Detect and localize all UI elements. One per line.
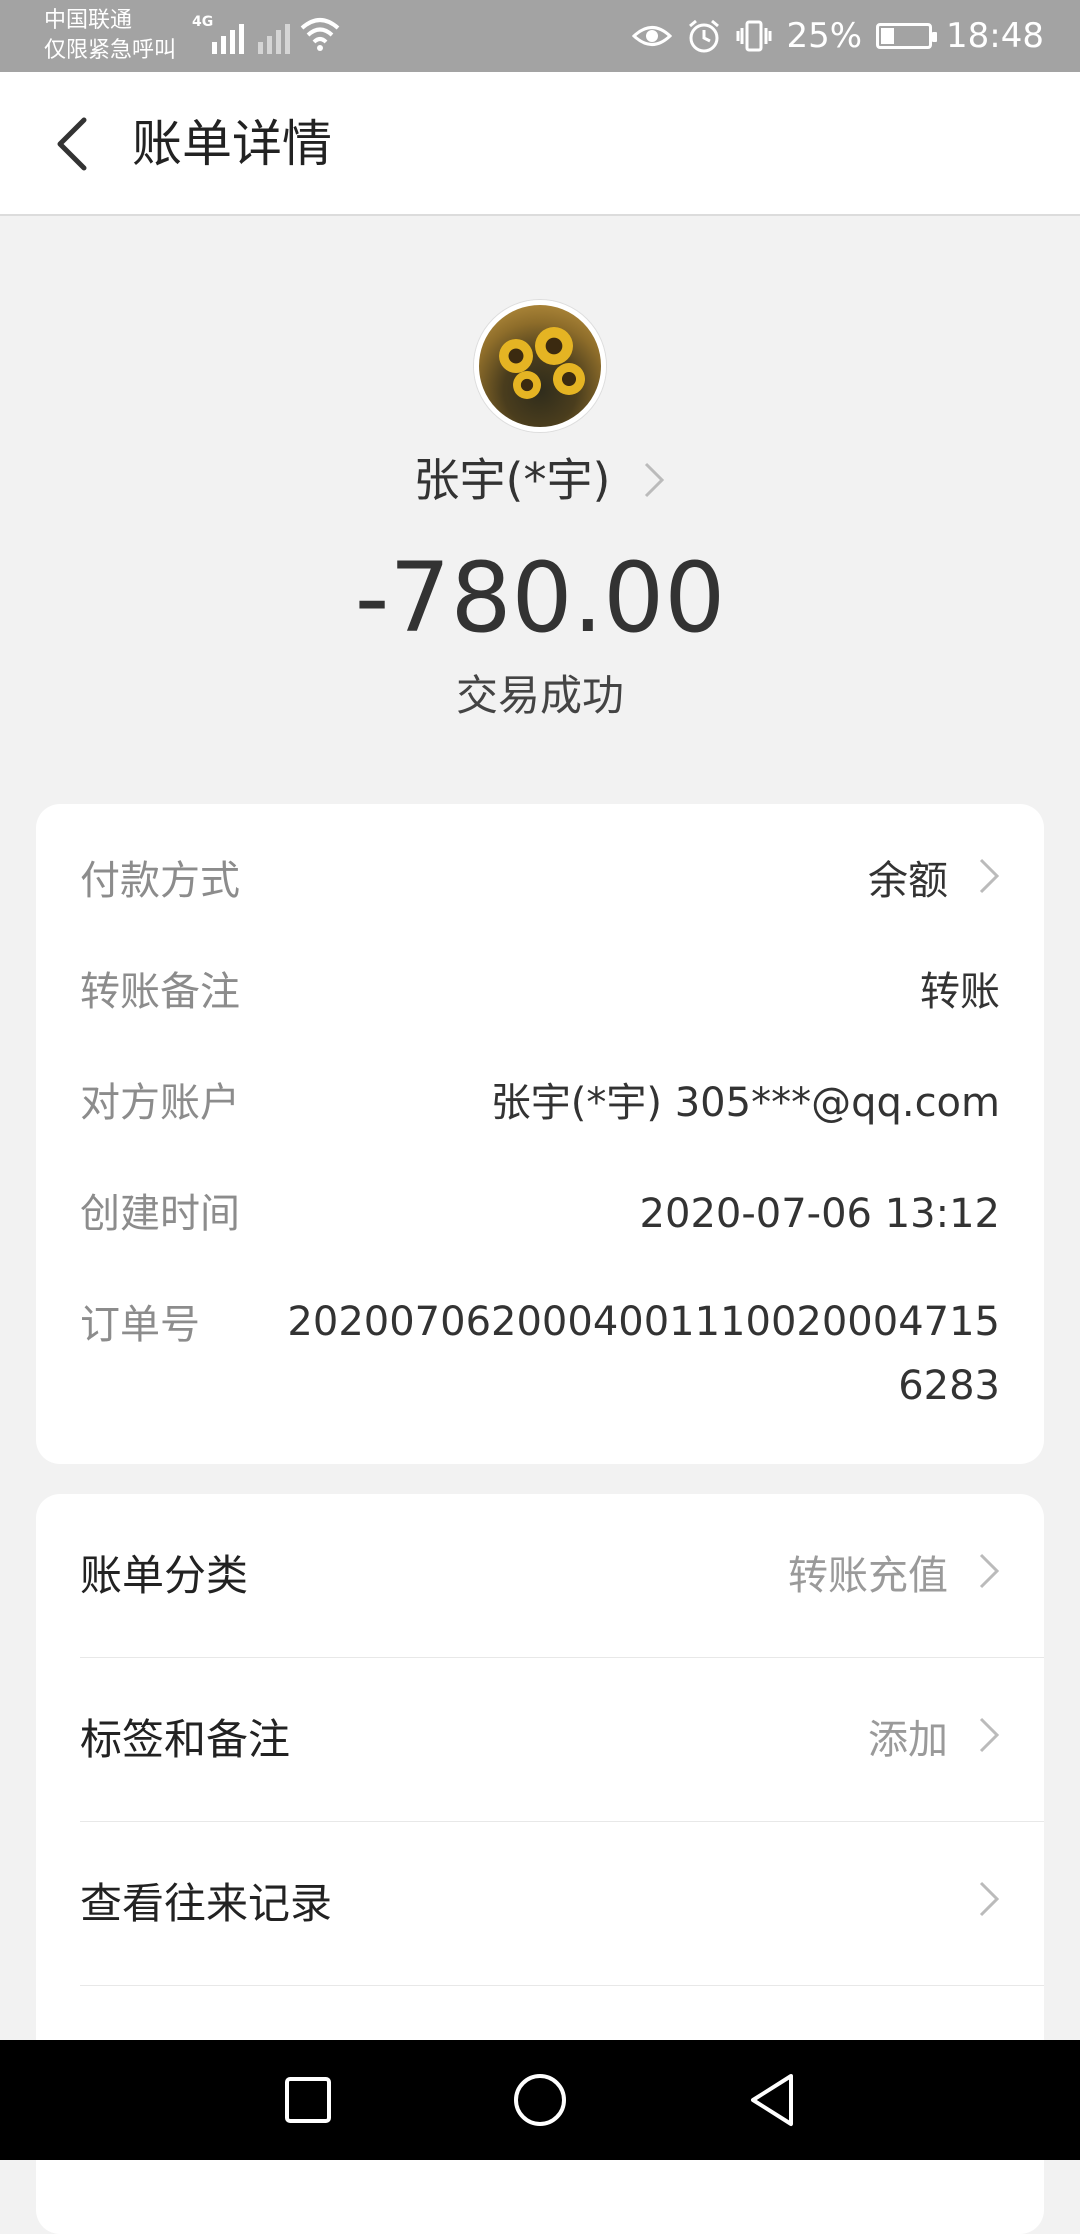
recent-apps-button[interactable] [278, 2070, 338, 2130]
menu-label: 标签和备注 [80, 1715, 291, 1764]
clock-time: 18:48 [946, 16, 1044, 56]
menu-value: 添加 [868, 1658, 1000, 1824]
avatar-flower-4 [513, 371, 541, 399]
carrier-name: 中国联通 [44, 8, 133, 33]
battery-level [881, 28, 894, 44]
chevron-right-icon [978, 1496, 1000, 1660]
payment-method-row[interactable]: 付款方式 余额 [80, 846, 1000, 916]
battery-icon [876, 23, 938, 49]
menu-value-text: 转账充值 [788, 1553, 948, 1599]
payee-name-row[interactable]: 张宇(*宇) [0, 448, 1080, 516]
detail-label: 付款方式 [80, 858, 240, 904]
menu-label: 查看往来记录 [80, 1879, 333, 1928]
detail-label: 创建时间 [80, 1191, 240, 1237]
menu-value [948, 1822, 1000, 1988]
transaction-status: 交易成功 [455, 671, 624, 720]
detail-label: 转账备注 [80, 969, 240, 1015]
status-bar: 中国联通 仅限紧急呼叫 4G 25% 18:48 [0, 0, 1080, 72]
detail-label: 订单号 [80, 1302, 200, 1348]
transaction-amount: -780.00 [354, 542, 726, 654]
order-number-row: 订单号 20200706200040011100200047156283 [80, 1290, 1000, 1430]
back-button[interactable] [36, 108, 108, 180]
chevron-right-icon [642, 452, 666, 516]
network-type-label: 4G [192, 14, 214, 30]
carrier-info: 中国联通 仅限紧急呼叫 [44, 6, 176, 66]
alarm-icon [689, 19, 720, 53]
signal-icon [212, 14, 244, 54]
payee-name: 张宇(*宇) [413, 453, 611, 507]
detail-label: 对方账户 [80, 1080, 240, 1126]
menu-value: 转账充值 [788, 1494, 1000, 1660]
system-back-button[interactable] [742, 2070, 802, 2130]
transfer-note-row: 转账备注 转账 [80, 957, 1000, 1027]
detail-value: 转账 [920, 969, 1000, 1015]
created-time-row: 创建时间 2020-07-06 13:12 [80, 1179, 1000, 1249]
home-icon [514, 2074, 566, 2126]
counterparty-account-row: 对方账户 张宇(*宇) 305***@qq.com [80, 1068, 1000, 1138]
detail-value: 2020-07-06 13:12 [639, 1191, 1000, 1237]
avatar-flower-1 [499, 339, 533, 373]
avatar-flower-2 [535, 327, 573, 365]
menu-label: 账单分类 [80, 1551, 249, 1600]
chevron-right-icon [978, 1824, 1000, 1988]
chevron-right-icon [978, 848, 1000, 918]
wifi-icon [300, 18, 340, 51]
avatar[interactable] [474, 300, 606, 432]
home-button[interactable] [510, 2070, 570, 2130]
app-header: 账单详情 [0, 72, 1080, 216]
order-number-value: 20200706200040011100200047156283 [287, 1299, 1000, 1409]
no-signal-icon [258, 14, 290, 54]
back-triangle-icon [751, 2074, 793, 2126]
recent-apps-icon [285, 2077, 331, 2123]
vibrate-icon [736, 20, 772, 52]
divider [80, 1985, 1044, 1986]
payment-method-value: 余额 [868, 846, 1000, 918]
chevron-right-icon [978, 1660, 1000, 1824]
detail-value-text: 余额 [868, 858, 948, 904]
system-nav-bar [0, 2040, 1080, 2160]
transaction-details-card: 付款方式 余额 转账备注 转账 对方账户 张宇(*宇) 305***@qq.co… [36, 804, 1044, 1464]
transaction-history-row[interactable]: 查看往来记录 [80, 1822, 1044, 1986]
emergency-only-text: 仅限紧急呼叫 [44, 38, 177, 63]
menu-value-text: 添加 [868, 1717, 948, 1763]
eye-icon [632, 26, 673, 46]
page-title: 账单详情 [132, 115, 332, 173]
tags-notes-row[interactable]: 标签和备注 添加 [80, 1658, 1044, 1822]
bill-category-row[interactable]: 账单分类 转账充值 [80, 1494, 1044, 1658]
detail-value: 张宇(*宇) 305***@qq.com [490, 1080, 1000, 1126]
status-right-group: 25% 18:48 [632, 0, 1044, 72]
chevron-left-icon [57, 117, 87, 171]
avatar-flower-3 [553, 363, 585, 395]
battery-percent: 25% [786, 16, 863, 56]
